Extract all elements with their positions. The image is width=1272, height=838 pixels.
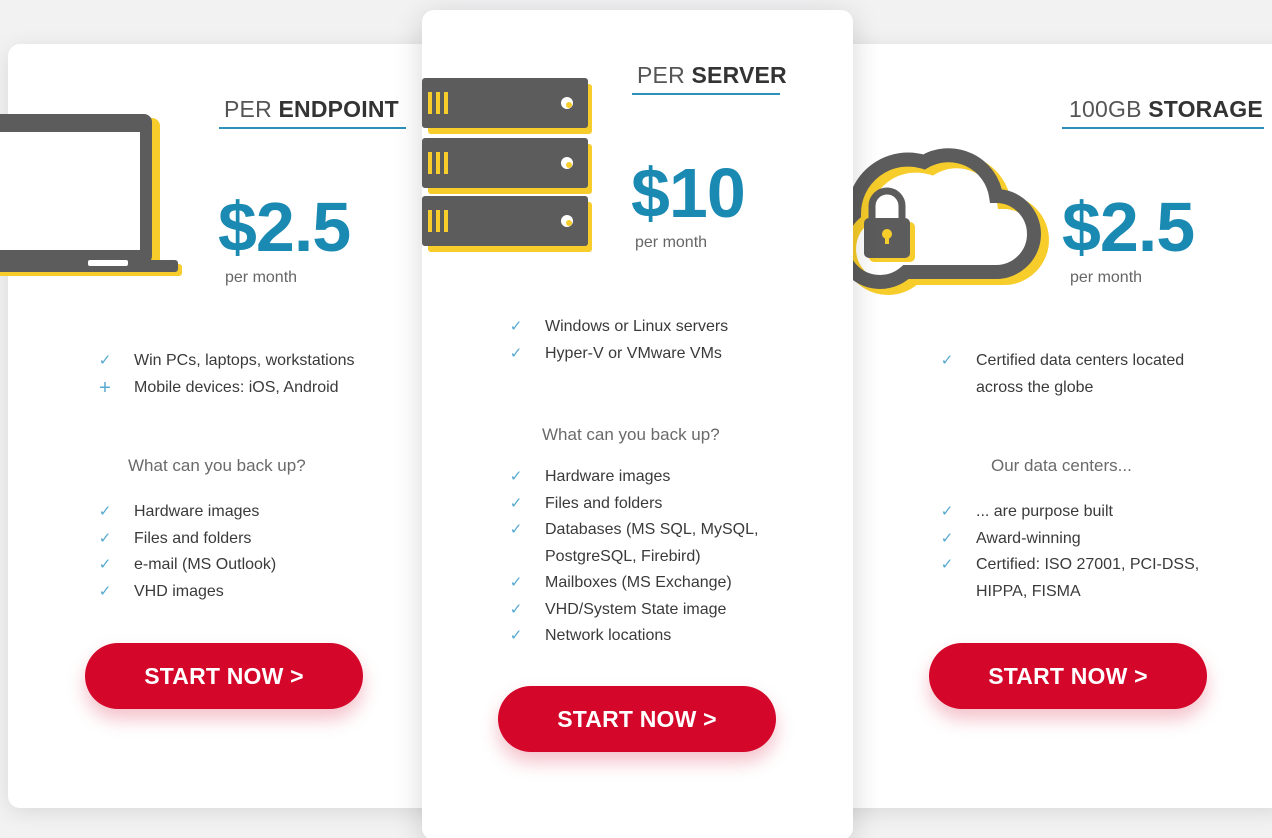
price-period: per month [635, 234, 708, 251]
title-underline [632, 93, 780, 95]
check-icon: ✓ [98, 556, 112, 573]
plan-card-server: PER SERVER $10 per month ✓ Windows or Lin… [422, 10, 853, 838]
pricing-stage: PER ENDPOINT $2.5 per month ✓ Win PCs, la… [0, 0, 1272, 838]
section-heading: What can you back up? [542, 425, 720, 444]
plan-title-bold: STORAGE [1148, 96, 1263, 122]
price-period: per month [1070, 269, 1143, 286]
check-icon: ✓ [940, 529, 954, 547]
plus-icon: + [99, 376, 111, 399]
list-item: ✓ Hyper-V or VMware VMs [507, 341, 728, 368]
list-item: ✓ e-mail (MS Outlook) [96, 552, 277, 579]
list-item: ✓ Windows or Linux servers [507, 314, 728, 341]
check-icon: ✓ [509, 494, 523, 512]
check-icon: ✓ [98, 503, 112, 520]
title-underline [219, 127, 406, 129]
start-now-button[interactable]: START NOW > [929, 643, 1207, 709]
plan-card-storage: 100GB STORAGE $2.5 per month ✓ Certified … [830, 44, 1272, 808]
feature-list: ✓ Certified data centers located across t… [938, 348, 1184, 401]
plan-card-endpoint: PER ENDPOINT $2.5 per month ✓ Win PCs, la… [0, 44, 448, 808]
price: $2.5 [1062, 188, 1195, 266]
check-icon: ✓ [509, 318, 523, 335]
price-period: per month [225, 269, 298, 286]
plan-title: 100GB STORAGE [1069, 96, 1263, 123]
section-heading: What can you back up? [128, 456, 306, 475]
list-item: ✓ Certified data centers located [938, 348, 1184, 375]
check-icon: ✓ [98, 352, 112, 369]
feature-list: ✓ Windows or Linux servers ✓ Hyper-V or VM… [507, 314, 728, 367]
backup-list: ✓ Hardware images ✓ Files and folders ✓ e-m… [96, 499, 277, 606]
check-icon: ✓ [98, 529, 112, 547]
plan-title: PER ENDPOINT [224, 96, 399, 123]
start-now-button[interactable]: START NOW > [85, 643, 363, 709]
list-item: ✓ Certified: ISO 27001, PCI-DSS, [938, 552, 1200, 579]
list-item: + Mobile devices: iOS, Android [96, 375, 355, 402]
server-rack-icon [422, 78, 592, 252]
list-item: ✓ Mailboxes (MS Exchange) [507, 570, 758, 597]
check-icon: ✓ [509, 521, 523, 538]
check-icon: ✓ [509, 600, 523, 618]
check-icon: ✓ [509, 468, 523, 485]
start-now-button[interactable]: START NOW > [498, 686, 776, 752]
datacenter-list: ✓... are purpose built ✓ Award-winning ✓ C… [938, 499, 1200, 605]
list-item: HIPPA, FISMA [976, 582, 1081, 600]
title-underline [1062, 127, 1264, 129]
cloud-lock-icon [834, 148, 1049, 295]
list-item: ✓ VHD images [96, 579, 276, 606]
plan-title-bold: SERVER [691, 62, 787, 88]
price: $2.5 [218, 188, 351, 266]
plan-title-light: PER [637, 62, 692, 88]
list-item: ✓ Win PCs, laptops, workstations [96, 348, 355, 375]
list-item: ✓... are purpose built [938, 499, 1199, 526]
price: $10 [631, 154, 746, 232]
list-item: ✓ VHD/System State image [507, 597, 758, 624]
plan-title-light: PER [224, 96, 279, 122]
section-heading: Our data centers... [991, 456, 1132, 475]
check-icon: ✓ [509, 344, 523, 362]
list-item: ✓ Network locations [507, 623, 758, 650]
plan-title: PER SERVER [637, 62, 787, 89]
list-item: PostgreSQL, Firebird) [545, 547, 701, 565]
feature-list: ✓ Win PCs, laptops, workstations + Mobile … [96, 348, 355, 401]
check-icon: ✓ [509, 574, 523, 591]
backup-list: ✓ Hardware images ✓ Files and folders ✓ Dat… [507, 464, 759, 650]
list-item: ✓ Award-winning [938, 526, 1199, 553]
check-icon: ✓ [509, 627, 523, 644]
list-item: ✓ Databases (MS SQL, MySQL, [507, 517, 759, 544]
list-item: ✓ Hardware images [507, 464, 758, 491]
plan-title-light: 100GB [1069, 96, 1149, 122]
check-icon: ✓ [940, 556, 954, 573]
check-icon: ✓ [940, 352, 954, 369]
check-icon: ✓ [98, 582, 112, 600]
check-icon: ✓ [940, 503, 954, 520]
laptop-icon [0, 114, 182, 276]
list-item: ✓ Files and folders [96, 526, 276, 553]
list-item: ✓ Files and folders [507, 491, 758, 518]
plan-title-bold: ENDPOINT [278, 96, 399, 122]
list-item: across the globe [976, 378, 1094, 396]
list-item: ✓ Hardware images [96, 499, 276, 526]
